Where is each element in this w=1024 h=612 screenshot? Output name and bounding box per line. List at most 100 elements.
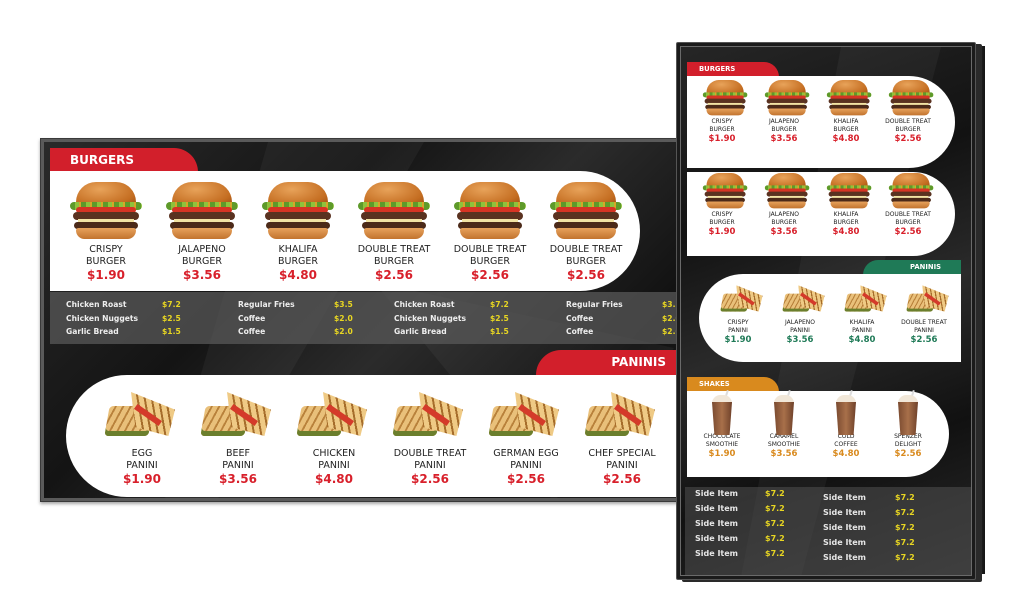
menu-item: KHALIFA BURGER $4.80 — [815, 78, 877, 145]
menu-board-mockup: BURGERS CRISPY BURGER $1.90 JALAPENO BUR… — [0, 0, 1024, 612]
side-item-price: $7.2 — [895, 493, 915, 502]
burger-image — [454, 182, 526, 240]
paninis-section-tab: PANINIS — [536, 350, 684, 375]
menu-item: DOUBLE TREAT BURGER $2.56 — [877, 78, 939, 145]
burger-image — [262, 182, 334, 240]
item-name-line-1: DOUBLE TREAT — [453, 244, 527, 255]
portrait-burgers-row-2: CRISPY BURGER $1.90 JALAPENO BURGER $3.5… — [691, 171, 939, 238]
portrait-screen: BURGERS CRISPY BURGER $1.90 JALAPENO BUR… — [680, 46, 972, 576]
shake-image — [832, 389, 860, 436]
item-price: $3.56 — [786, 335, 814, 345]
item-price: $2.56 — [894, 227, 922, 237]
side-item-price: $3.5 — [334, 300, 353, 309]
item-name-line-2: SMOOTHIE — [705, 441, 739, 448]
side-item: Coffee $2.0 — [238, 314, 388, 323]
item-name-line-2: BURGER — [833, 219, 859, 226]
side-item: Side Item $7.2 — [823, 553, 943, 562]
side-item-name: Coffee — [238, 313, 266, 323]
burger-image — [702, 173, 748, 209]
menu-item: JALAPENO PANINI $3.56 — [769, 279, 831, 346]
side-item-name: Garlic Bread — [66, 327, 119, 336]
side-item-price: $7.2 — [162, 300, 181, 309]
item-price: $3.56 — [770, 227, 798, 237]
item-name-line-2: PANINI — [414, 460, 446, 471]
item-price: $2.56 — [567, 268, 605, 282]
shake-image — [770, 389, 798, 436]
item-price: $3.56 — [770, 449, 798, 459]
burger-image — [888, 173, 934, 209]
side-item: Coffee $2.0 — [566, 314, 684, 323]
item-name-line-1: JALAPENO — [769, 118, 799, 125]
item-name-line-2: BURGER — [895, 126, 921, 133]
menu-item: CHOCOLATE SMOOTHIE $1.90 — [691, 389, 753, 460]
side-item: Regular Fries $3.5 — [238, 300, 388, 309]
item-name-line-1: EGG — [131, 448, 153, 459]
item-price: $3.56 — [219, 472, 257, 486]
side-item: Coffee $2.0 — [238, 327, 388, 336]
item-name-line-2: BURGER — [373, 256, 415, 267]
side-item-price: $7.2 — [765, 549, 785, 558]
side-item: Chicken Roast $7.2 — [394, 300, 544, 309]
panini-image — [719, 283, 763, 315]
side-item-price: $2.5 — [162, 313, 181, 323]
item-name-line-2: BURGER — [469, 256, 511, 267]
item-name-line-1: GERMAN EGG — [493, 448, 559, 459]
side-item-name: Coffee — [566, 327, 594, 336]
item-price: $2.56 — [471, 268, 509, 282]
item-price: $1.90 — [87, 268, 125, 282]
item-price: $1.90 — [708, 227, 736, 237]
item-price: $1.90 — [123, 472, 161, 486]
item-name-line-2: BURGER — [277, 256, 319, 267]
side-item-price: $7.2 — [765, 489, 785, 498]
item-name-line-2: PANINI — [222, 460, 254, 471]
side-item-name: Coffee — [566, 313, 594, 323]
side-item-price: $7.2 — [895, 553, 915, 562]
menu-item: COLD COFFEE $4.80 — [815, 389, 877, 460]
side-item: Side Item $7.2 — [823, 493, 943, 502]
side-item-name: Chicken Roast — [66, 300, 127, 309]
side-item-price: $2.0 — [334, 313, 353, 323]
menu-item: DOUBLE TREAT BURGER $2.56 — [442, 178, 538, 283]
item-name-line-2: BURGER — [833, 126, 859, 133]
item-name-line-1: KHALIFA — [278, 244, 318, 255]
item-price: $1.90 — [708, 449, 736, 459]
side-item-name: Coffee — [238, 327, 266, 336]
side-item-name: Side Item — [695, 519, 739, 528]
side-item-name: Regular Fries — [566, 300, 623, 309]
paninis-list: EGG PANINI $1.90 BEEF PANINI $3.56 CHICK… — [94, 382, 670, 487]
menu-item: CRISPY BURGER $1.90 — [691, 78, 753, 145]
item-name-line-2: PANINI — [852, 327, 872, 334]
panini-image — [781, 283, 825, 315]
side-item-name: Side Item — [823, 538, 867, 547]
side-item-name: Side Item — [695, 504, 739, 513]
menu-item: GERMAN EGG PANINI $2.56 — [478, 382, 574, 487]
item-name-line-1: JALAPENO — [785, 319, 815, 326]
side-item: Chicken Nuggets $2.5 — [394, 314, 544, 323]
menu-item: CHICKEN PANINI $4.80 — [286, 382, 382, 487]
item-name-line-1: CRISPY — [711, 211, 733, 218]
item-name-line-2: BURGER — [771, 219, 797, 226]
item-name-line-2: PANINI — [790, 327, 810, 334]
item-name-line-1: JALAPENO — [178, 244, 226, 255]
item-name-line-1: DOUBLE TREAT — [549, 244, 623, 255]
item-name-line-2: BURGER — [181, 256, 223, 267]
item-name-line-1: KHALIFA — [849, 319, 875, 326]
side-item-name: Chicken Nuggets — [66, 313, 139, 323]
burger-image — [70, 182, 142, 240]
item-name-line-1: DOUBLE TREAT — [357, 244, 431, 255]
shake-image — [894, 389, 922, 436]
side-item: Coffee $2.0 — [566, 327, 684, 336]
panini-image — [583, 388, 661, 442]
item-name-line-2: BURGER — [565, 256, 607, 267]
side-item-name: Side Item — [695, 549, 739, 558]
menu-item: BEEF PANINI $3.56 — [190, 382, 286, 487]
side-item-name: Side Item — [823, 508, 867, 517]
item-name-line-1: CRISPY — [89, 244, 123, 255]
item-name-line-2: BURGER — [771, 126, 797, 133]
item-price: $4.80 — [832, 227, 860, 237]
burger-image — [764, 80, 810, 116]
side-item-name: Chicken Roast — [394, 300, 455, 309]
burger-image — [550, 182, 622, 240]
item-price: $2.56 — [910, 335, 938, 345]
menu-item: CRISPY PANINI $1.90 — [707, 279, 769, 346]
